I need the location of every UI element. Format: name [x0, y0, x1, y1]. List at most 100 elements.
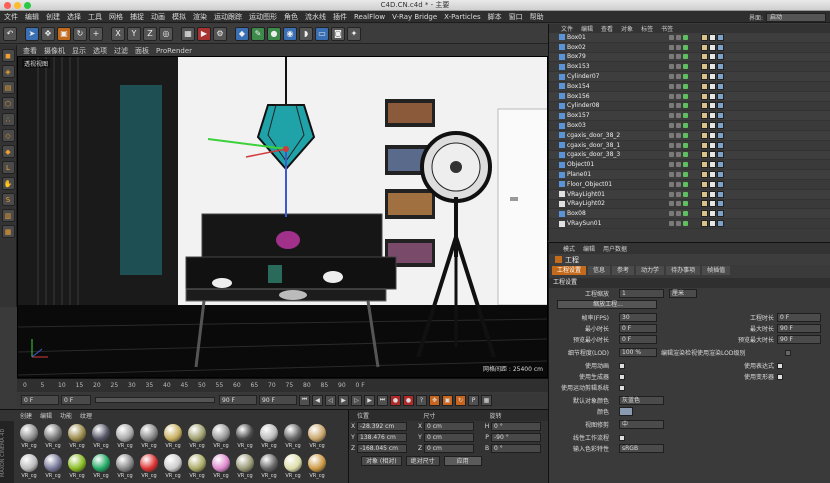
- material-tag-icon[interactable]: [709, 33, 716, 41]
- editor-visibility-dot[interactable]: [669, 113, 674, 119]
- material-tag-icon[interactable]: [701, 141, 708, 149]
- object-name[interactable]: Floor_Object01: [567, 181, 667, 188]
- viewport-menu-item[interactable]: 选项: [93, 46, 107, 56]
- rotation-field[interactable]: 0 °: [491, 422, 541, 431]
- material-tag-icon[interactable]: [709, 112, 716, 120]
- material-tag-icon[interactable]: [709, 73, 716, 81]
- material-tag-icon[interactable]: [717, 82, 724, 90]
- visibility-flags[interactable]: [669, 142, 688, 148]
- material-menu-item[interactable]: 编辑: [40, 411, 52, 420]
- rotation-key-icon[interactable]: ↻: [455, 394, 466, 406]
- menu-item[interactable]: 角色: [284, 12, 298, 22]
- material-tag-icon[interactable]: [717, 131, 724, 139]
- enable-check-icon[interactable]: [683, 64, 688, 70]
- object-row[interactable]: Box157: [549, 111, 830, 122]
- move-icon[interactable]: ✥: [41, 26, 55, 41]
- material-tag-icon[interactable]: [717, 171, 724, 179]
- enable-check-icon[interactable]: [683, 211, 688, 217]
- render-visibility-dot[interactable]: [676, 181, 681, 187]
- material-tag-icon[interactable]: [717, 141, 724, 149]
- object-row[interactable]: Box154: [549, 82, 830, 92]
- go-to-start-icon[interactable]: ⏮: [299, 394, 310, 406]
- object-row[interactable]: VRayLight02: [549, 200, 830, 210]
- enable-check-icon[interactable]: [683, 113, 688, 119]
- material-tag-icon[interactable]: [717, 210, 724, 218]
- render-visibility-dot[interactable]: [676, 221, 681, 227]
- apply-button[interactable]: 应用: [443, 456, 482, 466]
- enable-check-icon[interactable]: [683, 74, 688, 80]
- enable-check-icon[interactable]: [683, 172, 688, 178]
- viewport-menu-item[interactable]: 过滤: [114, 46, 128, 56]
- material-tag-icon[interactable]: [709, 210, 716, 218]
- material-tag-icon[interactable]: [709, 131, 716, 139]
- attribute-tab[interactable]: 参考: [612, 266, 635, 275]
- render-visibility-dot[interactable]: [676, 211, 681, 217]
- default-color-dropdown[interactable]: 灰蓝色: [619, 396, 664, 405]
- object-row[interactable]: Box79: [549, 52, 830, 63]
- coord-mode-dropdown[interactable]: 对象 (相对): [361, 456, 402, 466]
- object-row[interactable]: Box153: [549, 62, 830, 73]
- object-row[interactable]: Object01: [549, 160, 830, 171]
- material-tag-icon[interactable]: [701, 200, 708, 208]
- viewport-menu-item[interactable]: 面板: [135, 46, 149, 56]
- material-tag-icon[interactable]: [701, 122, 708, 130]
- editor-visibility-dot[interactable]: [669, 211, 674, 217]
- play-icon[interactable]: ▶: [338, 394, 349, 406]
- cube-icon[interactable]: ◆: [235, 26, 249, 41]
- object-menu-item[interactable]: 文件: [561, 24, 573, 33]
- material-tag-icon[interactable]: [709, 220, 716, 228]
- position-field[interactable]: -28.392 cm: [357, 422, 407, 431]
- material-tag-icon[interactable]: [709, 43, 716, 51]
- lock-workplane-icon[interactable]: ▥: [1, 209, 15, 222]
- render-view-icon[interactable]: ▦: [181, 26, 195, 41]
- snap-icon[interactable]: S: [1, 193, 15, 206]
- object-name[interactable]: Cylinder08: [567, 102, 667, 109]
- render-visibility-dot[interactable]: [676, 142, 681, 148]
- material-swatch[interactable]: VR_cg: [18, 424, 40, 451]
- editor-visibility-dot[interactable]: [669, 142, 674, 148]
- attribute-menu-item[interactable]: 编辑: [583, 244, 595, 253]
- enable-check-icon[interactable]: [683, 123, 688, 129]
- autokey-icon[interactable]: ●: [403, 394, 414, 406]
- preview-max-field[interactable]: 90 F: [777, 335, 821, 344]
- material-tag-icon[interactable]: [717, 122, 724, 130]
- points-mode-icon[interactable]: ∴: [1, 113, 15, 126]
- recent-tool-icon[interactable]: +: [89, 26, 103, 41]
- visibility-flags[interactable]: [669, 83, 688, 89]
- material-tag-icon[interactable]: [701, 73, 708, 81]
- render-visibility-dot[interactable]: [676, 191, 681, 197]
- object-row[interactable]: Cylinder08: [549, 102, 830, 112]
- camera-icon[interactable]: ◙: [331, 26, 345, 41]
- visibility-flags[interactable]: [669, 103, 688, 109]
- size-mode-dropdown[interactable]: 绝对尺寸: [405, 456, 440, 466]
- visibility-flags[interactable]: [669, 181, 688, 187]
- object-row[interactable]: Plane01: [549, 170, 830, 180]
- scale-unit-dropdown[interactable]: 厘米: [669, 289, 697, 298]
- editor-visibility-dot[interactable]: [669, 191, 674, 197]
- fps-field[interactable]: 30: [619, 313, 657, 322]
- enable-check-icon[interactable]: [683, 152, 688, 158]
- object-name[interactable]: Box79: [567, 53, 667, 60]
- view-clip-dropdown[interactable]: 中: [619, 420, 664, 429]
- object-menu-item[interactable]: 查看: [601, 24, 613, 33]
- max-time-field[interactable]: 90 F: [777, 324, 821, 333]
- menu-item[interactable]: 渲染: [193, 12, 207, 22]
- minimize-window-button[interactable]: [14, 2, 21, 9]
- menu-item[interactable]: 窗口: [509, 12, 523, 22]
- viewport-menu-item[interactable]: ProRender: [156, 47, 192, 55]
- material-tag-icon[interactable]: [709, 171, 716, 179]
- next-key-icon[interactable]: ▶: [364, 394, 375, 406]
- close-window-button[interactable]: [4, 2, 11, 9]
- tweak-mode-icon[interactable]: ✋: [1, 177, 15, 190]
- visibility-flags[interactable]: [669, 221, 688, 227]
- editor-visibility-dot[interactable]: [669, 83, 674, 89]
- render-visibility-dot[interactable]: [676, 83, 681, 89]
- editor-visibility-dot[interactable]: [669, 103, 674, 109]
- material-swatch[interactable]: VR_cg: [162, 454, 184, 481]
- y-axis-icon[interactable]: Y: [127, 26, 141, 41]
- make-editable-icon[interactable]: ◼: [1, 49, 15, 62]
- menu-item[interactable]: RealFlow: [354, 13, 385, 21]
- lod-field[interactable]: 100 %: [619, 348, 657, 357]
- material-swatch[interactable]: VR_cg: [282, 454, 304, 481]
- object-name[interactable]: Box08: [567, 210, 667, 217]
